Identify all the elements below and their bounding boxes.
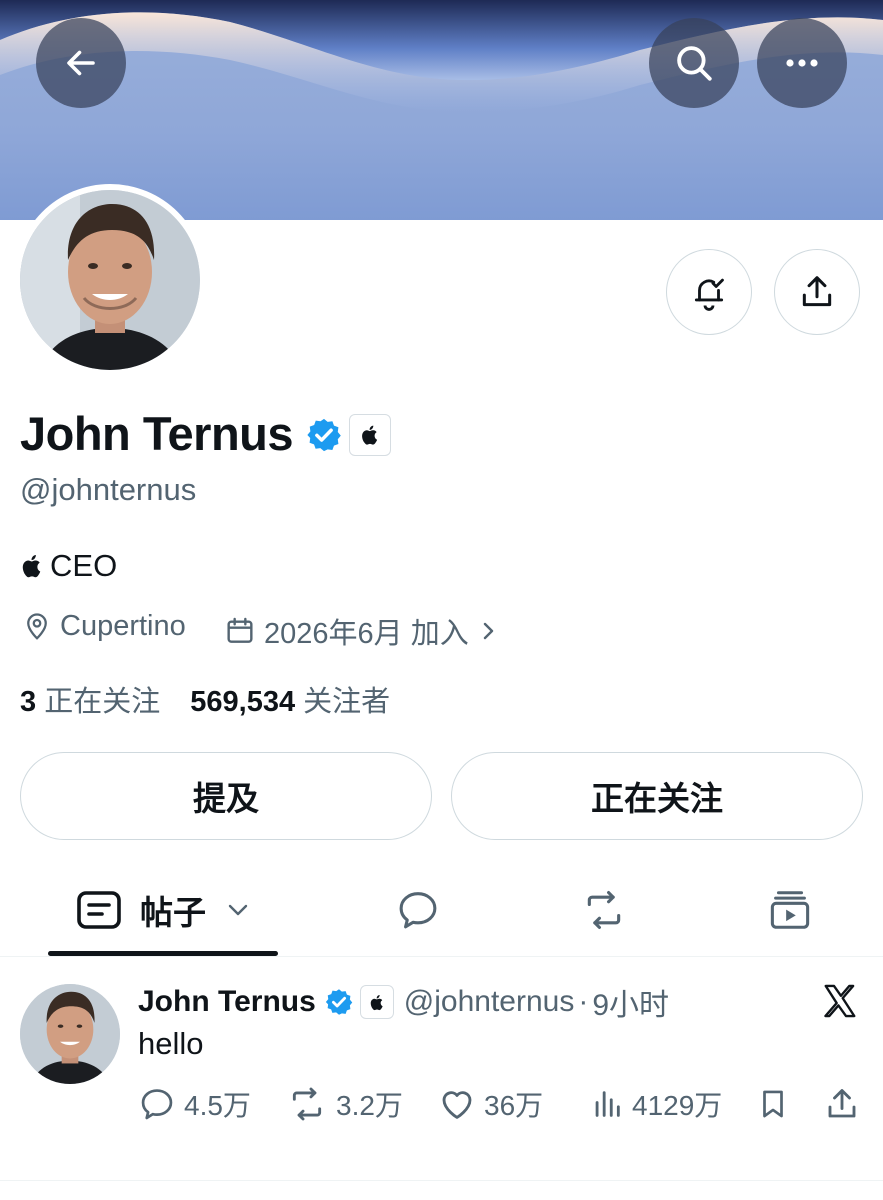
affiliation-badge[interactable] — [349, 414, 392, 456]
notification-bell-icon — [694, 278, 724, 311]
profile-bio: CEO — [20, 548, 117, 584]
reply-bubble-icon — [141, 1089, 173, 1120]
avatar-photo — [20, 984, 120, 1084]
profile-handle: @johnternus — [20, 472, 197, 507]
join-date-text: 2026年6月 加入 — [264, 618, 469, 650]
views-count: 4129万 — [632, 1090, 723, 1121]
avatar-photo — [20, 190, 200, 370]
post-author-name[interactable]: John Ternus — [138, 985, 316, 1019]
followers-stat[interactable]: 569,534 关注者 — [190, 686, 390, 718]
follow-stats: 3 正在关注 569,534 关注者 — [20, 678, 390, 720]
affiliation-badge[interactable] — [359, 985, 394, 1019]
share-icon — [802, 276, 832, 307]
chevron-down-icon — [228, 904, 248, 916]
like-count: 36万 — [484, 1090, 544, 1121]
post-text: hello — [138, 1026, 204, 1061]
mentions-button[interactable]: 提及 — [20, 752, 432, 840]
reply-bubble-icon — [399, 892, 437, 929]
divider — [0, 1180, 883, 1181]
tab-reposts[interactable] — [556, 875, 652, 945]
following-stat[interactable]: 3 正在关注 — [20, 686, 160, 718]
bio-text: CEO — [50, 548, 118, 583]
more-options-button[interactable] — [757, 18, 847, 108]
bookmark-icon — [763, 1090, 783, 1118]
post-separator: · — [578, 985, 589, 1018]
search-button[interactable] — [649, 18, 739, 108]
apple-logo-icon — [362, 425, 378, 445]
tab-replies[interactable] — [370, 875, 466, 945]
x-logo-icon — [824, 984, 856, 1018]
repost-icon — [292, 1087, 322, 1121]
post-author-handle[interactable]: @johnternus — [404, 985, 575, 1019]
tab-media[interactable] — [742, 875, 838, 945]
repost-button[interactable]: 3.2万 — [286, 1082, 403, 1126]
following-count: 3 — [20, 686, 37, 718]
followers-label: 关注者 — [303, 686, 391, 718]
divider — [0, 956, 883, 957]
views-icon — [595, 1091, 620, 1117]
post-avatar[interactable] — [20, 984, 120, 1084]
post-time[interactable]: 9小时 — [592, 980, 669, 1024]
media-icon — [770, 891, 810, 929]
verified-icon[interactable] — [324, 987, 354, 1017]
posts-icon — [77, 891, 121, 929]
location-text: Cupertino — [60, 610, 186, 642]
repost-count: 3.2万 — [336, 1090, 403, 1121]
notifications-button[interactable] — [666, 249, 752, 335]
profile-avatar-frame[interactable] — [14, 184, 206, 376]
search-icon — [677, 46, 712, 81]
profile-name: John Ternus — [20, 407, 294, 460]
post-header: John Ternus @johnternus · 9小时 — [138, 980, 669, 1024]
avatar — [20, 190, 200, 370]
tab-posts-label: 帖子 — [140, 894, 206, 931]
back-button[interactable] — [36, 18, 126, 108]
location-pin-icon — [27, 612, 47, 640]
views-button[interactable]: 4129万 — [590, 1082, 722, 1126]
like-button[interactable]: 36万 — [438, 1082, 543, 1126]
tab-posts[interactable]: 帖子 — [48, 875, 278, 945]
reply-button[interactable]: 4.5万 — [138, 1082, 251, 1126]
share-post-button[interactable] — [824, 1082, 860, 1126]
repost-icon — [587, 891, 621, 929]
chevron-right-icon — [483, 622, 493, 640]
bookmark-button[interactable] — [756, 1082, 790, 1126]
profile-location: Cupertino — [22, 610, 186, 643]
following-label: 正在关注 — [44, 686, 161, 718]
heart-icon — [442, 1091, 472, 1119]
share-profile-button[interactable] — [774, 249, 860, 335]
more-icon — [786, 59, 818, 67]
verified-icon[interactable] — [305, 416, 343, 454]
back-arrow-icon — [67, 50, 95, 76]
following-button[interactable]: 正在关注 — [451, 752, 863, 840]
calendar-icon — [227, 617, 253, 643]
apple-logo-icon — [22, 555, 41, 578]
profile-join-date[interactable]: 2026年6月 加入 — [224, 610, 499, 652]
apple-logo-icon — [370, 994, 383, 1010]
share-icon — [828, 1089, 856, 1118]
reply-count: 4.5万 — [184, 1090, 251, 1121]
followers-count: 569,534 — [190, 686, 296, 718]
